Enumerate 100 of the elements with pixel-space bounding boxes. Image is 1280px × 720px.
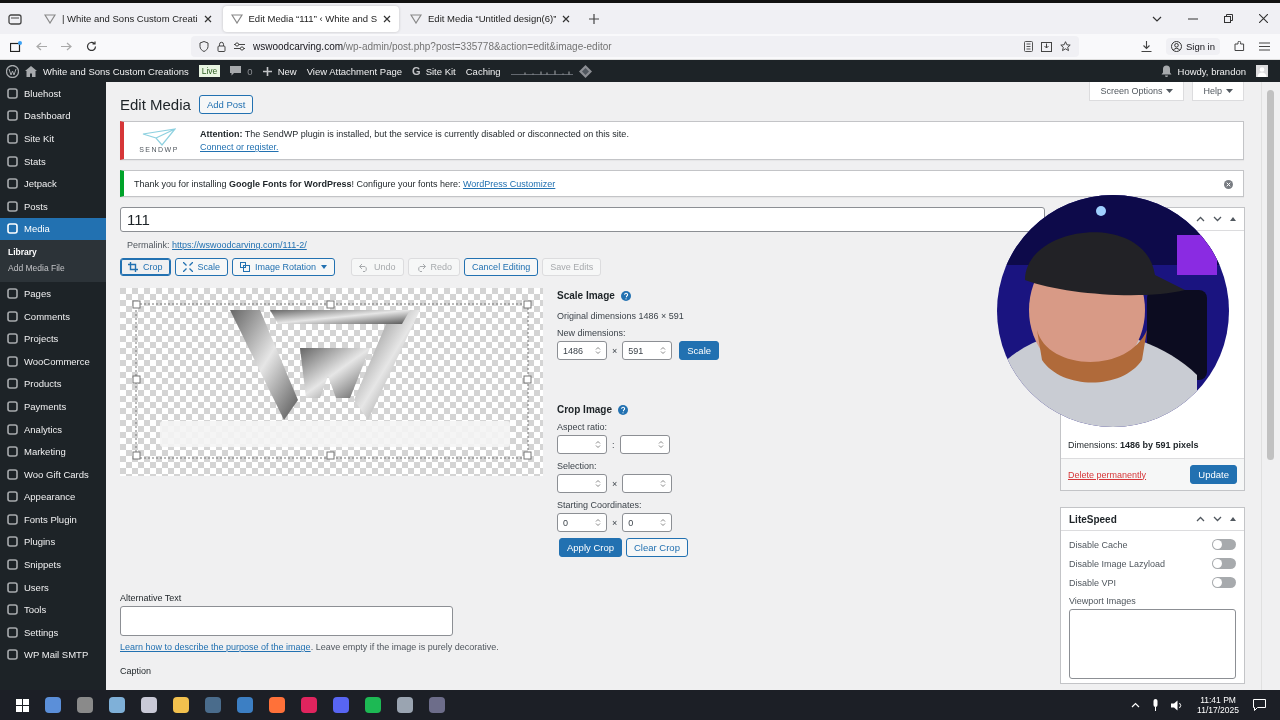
save-icon[interactable] xyxy=(1041,41,1052,52)
site-kit-link[interactable]: Site Kit xyxy=(425,65,456,77)
chevron-down-icon[interactable] xyxy=(1152,15,1162,22)
triangle-icon[interactable] xyxy=(1230,217,1236,221)
sidebar-subitem[interactable]: Library xyxy=(0,244,106,261)
customizer-link[interactable]: WordPress Customizer xyxy=(462,178,556,189)
menu-icon[interactable] xyxy=(1259,42,1270,51)
title-field[interactable]: 111 xyxy=(120,207,1045,232)
reader-icon[interactable] xyxy=(1024,41,1033,52)
reload-icon[interactable] xyxy=(86,41,97,52)
diamond-icon[interactable] xyxy=(578,64,592,78)
apply-crop-button[interactable]: Apply Crop xyxy=(559,538,622,557)
viewport-images-field[interactable] xyxy=(1069,609,1236,679)
close-icon[interactable] xyxy=(383,14,391,23)
toolbar-button[interactable]: Cancel Editing xyxy=(464,258,539,276)
browser-tab[interactable]: | White and Sons Custom Creati xyxy=(36,5,220,32)
sidebar-item[interactable]: Marketing xyxy=(0,440,106,463)
sidebar-item[interactable]: WP Mail SMTP xyxy=(0,643,106,667)
clock-date[interactable]: 11/17/2025 xyxy=(1197,705,1239,715)
chevron-up-icon[interactable] xyxy=(1196,516,1205,522)
chevron-down-icon[interactable] xyxy=(1213,516,1222,522)
help-icon[interactable] xyxy=(620,290,631,301)
sidebar-item[interactable]: Jetpack xyxy=(0,172,106,195)
sidebar-item[interactable]: Snippets xyxy=(0,553,106,576)
sidebar-item[interactable]: Fonts Plugin xyxy=(0,508,106,531)
app-icon[interactable] xyxy=(269,697,285,713)
toggle-switch[interactable] xyxy=(1212,558,1236,569)
app-icon[interactable] xyxy=(45,697,61,713)
help-icon[interactable] xyxy=(618,404,628,415)
chat-icon[interactable] xyxy=(1253,699,1266,711)
star-icon[interactable] xyxy=(1060,41,1071,52)
alt-text-field[interactable] xyxy=(120,606,453,636)
connect-link[interactable]: Connect or register. xyxy=(200,142,629,152)
sidebar-item[interactable]: Stats xyxy=(0,149,106,173)
address-bar[interactable]: wswoodcarving.com/wp-admin/post.php?post=335778&action=edit&image-editor xyxy=(191,36,1079,57)
app-icon[interactable] xyxy=(141,697,157,713)
shield-icon[interactable] xyxy=(199,41,209,52)
width-field[interactable]: 1486 xyxy=(557,341,607,360)
toolbar-button[interactable]: Image Rotation xyxy=(232,258,336,276)
close-icon[interactable] xyxy=(1259,14,1268,23)
restore-icon[interactable] xyxy=(1224,14,1233,23)
sidebar-item[interactable]: Dashboard xyxy=(0,104,106,128)
sidebar-item[interactable]: Users xyxy=(0,575,106,599)
browser-tab[interactable]: Edit Media “Untitled design(6)” xyxy=(402,5,579,32)
site-kit-glyph[interactable]: G xyxy=(412,65,421,77)
lock-icon[interactable] xyxy=(217,41,226,52)
sidebar-item[interactable]: Plugins xyxy=(0,530,106,554)
toolbar-button[interactable]: Scale xyxy=(174,258,229,276)
number-field[interactable]: 0 xyxy=(557,513,607,532)
app-icon[interactable] xyxy=(333,697,349,713)
browser-tab[interactable]: Edit Media “111” ‹ White and S xyxy=(222,5,399,32)
sidebar-item[interactable]: Tools xyxy=(0,598,106,622)
app-icon[interactable] xyxy=(301,697,317,713)
microphone-icon[interactable] xyxy=(1152,699,1160,711)
number-field[interactable] xyxy=(622,474,673,493)
close-icon[interactable] xyxy=(562,14,571,23)
download-icon[interactable] xyxy=(1140,41,1152,52)
site-name-link[interactable]: White and Sons Custom Creations xyxy=(43,65,189,77)
sidebar-item[interactable]: Products xyxy=(0,372,106,396)
permalink-link[interactable]: https://wswoodcarving.com/111-2/ xyxy=(172,240,307,250)
new-link[interactable]: New xyxy=(277,65,297,77)
scale-button[interactable]: Scale xyxy=(679,341,720,360)
sidebar-item[interactable]: WooCommerce xyxy=(0,349,106,373)
tab-list-icon[interactable] xyxy=(8,12,22,25)
number-field[interactable] xyxy=(557,435,607,454)
number-field[interactable] xyxy=(557,474,607,493)
toolbar-button[interactable]: Crop xyxy=(120,258,171,276)
scrollbar[interactable] xyxy=(1261,82,1280,690)
greeting-link[interactable]: Howdy, brandon xyxy=(1177,65,1246,77)
app-icon[interactable] xyxy=(429,697,445,713)
help-tab[interactable]: Help xyxy=(1192,82,1244,101)
view-attachment-link[interactable]: View Attachment Page xyxy=(306,65,403,77)
sidebar-item[interactable]: Pages xyxy=(0,282,106,305)
clear-crop-button[interactable]: Clear Crop xyxy=(626,538,688,557)
app-icon[interactable] xyxy=(109,697,125,713)
sidebar-item[interactable]: Analytics xyxy=(0,417,106,441)
sidebar-item[interactable]: Payments xyxy=(0,395,106,418)
speaker-icon[interactable] xyxy=(1171,699,1184,711)
logo-icon[interactable] xyxy=(6,64,19,78)
close-icon[interactable] xyxy=(203,14,212,23)
sidebar-item[interactable]: Posts xyxy=(0,194,106,218)
sidebar-item[interactable]: Projects xyxy=(0,327,106,350)
app-icon[interactable] xyxy=(237,697,253,713)
toggle-switch[interactable] xyxy=(1212,539,1236,550)
sliders-icon[interactable] xyxy=(234,42,245,51)
app-icon[interactable] xyxy=(365,697,381,713)
caching-link[interactable]: Caching xyxy=(465,65,501,77)
sidebar-subitem[interactable]: Add Media File xyxy=(0,260,106,277)
minimize-icon[interactable] xyxy=(1188,17,1198,20)
sidebar-item[interactable]: Woo Gift Cards xyxy=(0,462,106,486)
sidebar-item[interactable]: Media xyxy=(0,217,106,241)
delete-link[interactable]: Delete permanently xyxy=(1068,469,1147,480)
add-post-button[interactable]: Add Post xyxy=(198,94,254,114)
chevron-up-icon[interactable] xyxy=(1196,216,1205,222)
sidebar-item[interactable]: Appearance xyxy=(0,485,106,509)
triangle-icon[interactable] xyxy=(1230,517,1236,521)
bell-icon[interactable] xyxy=(1160,65,1172,77)
chevron-down-icon[interactable] xyxy=(1213,216,1222,222)
window-icon[interactable] xyxy=(10,41,22,52)
comment-count[interactable]: 0 xyxy=(247,65,253,77)
